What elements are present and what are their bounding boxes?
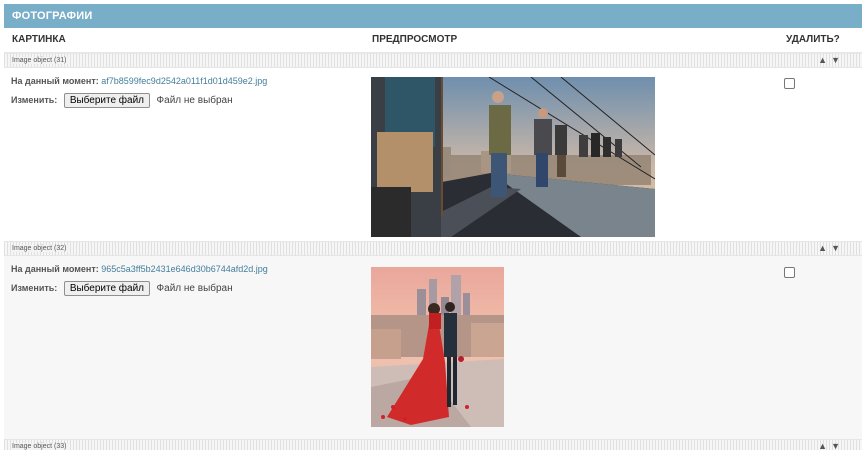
inline-row: На данный момент: af7b8599fec9d2542a011f… (4, 68, 862, 241)
object-label: Image object (31) (12, 57, 70, 64)
column-header-preview: Предпросмотр (372, 34, 458, 45)
photos-inline-module: Фотографии Картинка Предпросмотр Удалить… (4, 4, 862, 450)
choose-file-button[interactable]: Выберите файл (63, 281, 151, 296)
delete-checkbox[interactable] (784, 78, 795, 89)
file-status: Файл не выбран (156, 95, 233, 106)
current-file-link[interactable]: af7b8599fec9d2542a011f1d01d459e2.jpg (101, 76, 267, 86)
move-down-icon[interactable]: ▼ (831, 441, 844, 450)
change-file-line: Изменить: Выберите файл Файл не выбран (11, 93, 233, 108)
choose-file-button[interactable]: Выберите файл (63, 93, 151, 108)
preview-image (371, 77, 655, 237)
move-down-icon[interactable]: ▼ (831, 55, 844, 65)
move-up-icon[interactable]: ▲ (818, 441, 831, 450)
reorder-controls: ▲▼ (818, 442, 844, 450)
change-file-line: Изменить: Выберите файл Файл не выбран (11, 281, 233, 296)
current-file-link[interactable]: 965c5a3ff5b2431e646d30b6744afd2d.jpg (101, 264, 268, 274)
current-label: На данный момент: (11, 76, 99, 86)
column-header-picture: Картинка (12, 34, 66, 45)
file-status: Файл не выбран (156, 283, 233, 294)
change-label: Изменить: (11, 94, 58, 105)
object-label: Image object (32) (12, 245, 70, 252)
move-up-icon[interactable]: ▲ (818, 55, 831, 65)
preview-image (371, 267, 504, 427)
inline-row: На данный момент: 965c5a3ff5b2431e646d30… (4, 256, 862, 439)
move-up-icon[interactable]: ▲ (818, 243, 831, 253)
table-header: Картинка Предпросмотр Удалить? (4, 28, 862, 53)
inline-row-header: Image object (31) ▲▼ (4, 53, 862, 68)
move-down-icon[interactable]: ▼ (831, 243, 844, 253)
current-file-line: На данный момент: af7b8599fec9d2542a011f… (11, 76, 267, 86)
current-file-line: На данный момент: 965c5a3ff5b2431e646d30… (11, 264, 268, 274)
column-header-delete: Удалить? (786, 34, 840, 45)
inline-row-header: Image object (32) ▲▼ (4, 241, 862, 256)
delete-checkbox[interactable] (784, 267, 795, 278)
inline-row-header: Image object (33) ▲▼ (4, 439, 862, 450)
reorder-controls: ▲▼ (818, 244, 844, 253)
change-label: Изменить: (11, 282, 58, 293)
module-caption: Фотографии (4, 4, 862, 28)
current-label: На данный момент: (11, 264, 99, 274)
object-label: Image object (33) (12, 443, 70, 450)
reorder-controls: ▲▼ (818, 56, 844, 65)
